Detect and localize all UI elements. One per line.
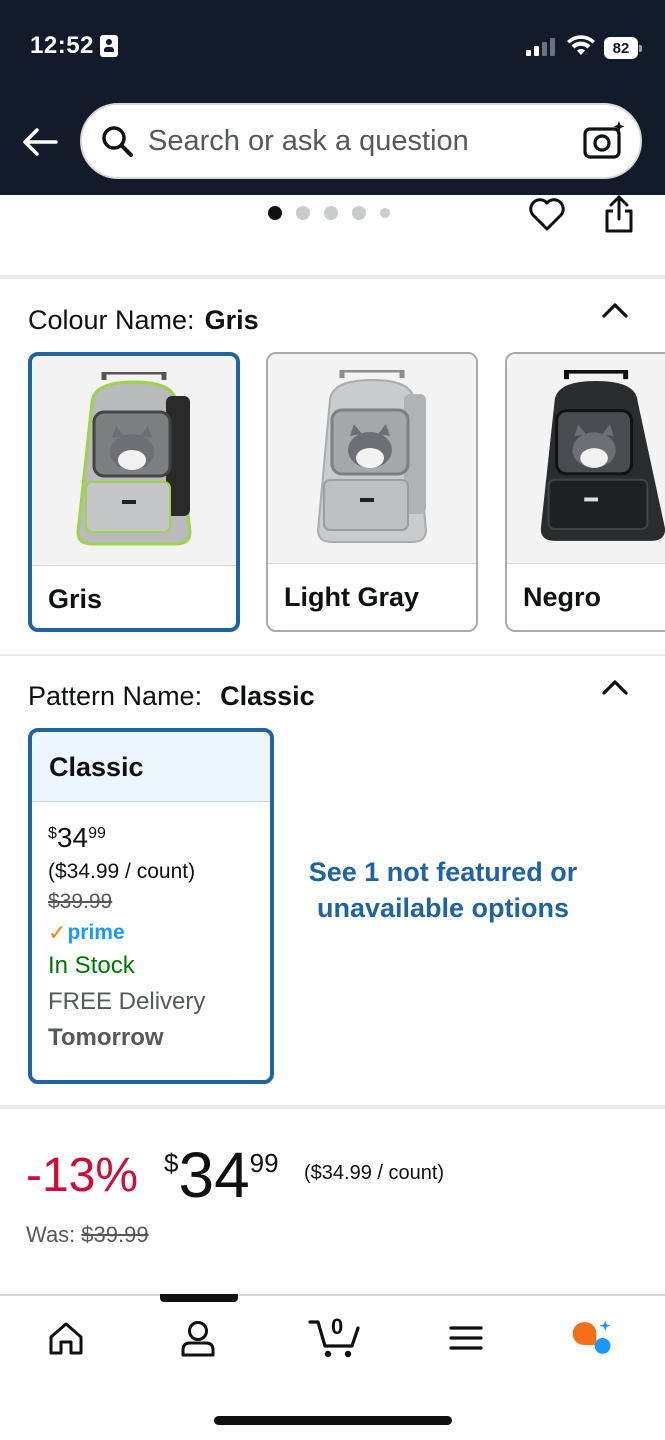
colour-option-negro[interactable]: Negro	[505, 352, 665, 632]
menu-icon	[449, 1326, 483, 1350]
wishlist-button[interactable]	[528, 196, 566, 237]
battery-icon: 82	[604, 37, 642, 59]
carousel-dot	[296, 206, 310, 220]
product-image-gris	[32, 356, 236, 566]
product-image-negro	[507, 354, 665, 564]
contact-card-icon	[99, 35, 118, 57]
current-price: $34 99	[164, 1140, 279, 1210]
was-price: $39.99	[81, 1222, 149, 1247]
discount-percent: -13%	[26, 1149, 139, 1202]
carousel-dot	[352, 206, 366, 220]
time-text: 12:52	[30, 32, 94, 59]
status-time: 12:52	[30, 32, 118, 60]
pattern-price: $34 99	[48, 822, 270, 854]
nav-cart[interactable]: 0	[308, 1314, 364, 1360]
was-price: $39.99	[48, 890, 113, 913]
pattern-option-name: Classic	[32, 732, 270, 802]
colour-option-gris[interactable]: Gris	[28, 352, 240, 632]
pattern-label: Pattern Name:	[28, 681, 203, 711]
nav-rufus[interactable]	[570, 1316, 614, 1360]
delivery-day: Tomorrow	[48, 1024, 164, 1051]
price-symbol: $	[164, 1148, 179, 1178]
price-cents: 99	[88, 825, 106, 842]
section-divider	[0, 275, 665, 279]
prime-label: prime	[67, 921, 125, 944]
home-icon	[49, 1322, 83, 1355]
search-input[interactable]: Search or ask a question	[148, 125, 582, 158]
colour-option-light-gray[interactable]: Light Gray	[266, 352, 478, 632]
camera-icon[interactable]	[582, 119, 626, 163]
colour-label: Colour Name:	[28, 305, 195, 335]
nav-account[interactable]	[176, 1316, 220, 1360]
colour-option-label: Negro	[523, 582, 602, 612]
price-cents: 99	[249, 1148, 279, 1178]
product-image-light-gray	[268, 354, 476, 564]
chevron-up-icon	[602, 303, 628, 318]
rufus-icon	[572, 1320, 611, 1354]
home-indicator	[214, 1416, 452, 1425]
share-button[interactable]	[602, 194, 636, 239]
section-divider	[0, 654, 665, 656]
price-whole: 34	[178, 1139, 250, 1211]
stock-status: In Stock	[48, 952, 135, 979]
unit-price: ($34.99 / count)	[48, 860, 196, 883]
price-whole: 34	[56, 822, 89, 853]
colour-option-label: Light Gray	[284, 582, 420, 612]
colour-option-label: Gris	[48, 584, 103, 614]
cellular-signal-icon	[526, 38, 555, 56]
collapse-colour-button[interactable]	[600, 298, 630, 327]
back-arrow-icon	[23, 128, 58, 156]
account-icon	[181, 1321, 215, 1357]
battery-level: 82	[612, 39, 630, 57]
carousel-dot	[324, 206, 338, 220]
colour-selected-value: Gris	[204, 305, 259, 335]
unit-price: ($34.99 / count)	[304, 1162, 445, 1184]
image-carousel-indicator	[268, 206, 390, 220]
active-tab-indicator	[160, 1294, 238, 1302]
was-label: Was:	[26, 1222, 76, 1247]
was-price-line: Was: $39.99	[26, 1222, 149, 1248]
colour-name-heading: Colour Name: Gris	[28, 305, 259, 336]
chevron-up-icon	[602, 680, 628, 695]
nav-home[interactable]	[44, 1316, 88, 1360]
pattern-name-heading: Pattern Name: Classic	[28, 681, 315, 712]
carousel-dot	[380, 208, 390, 218]
wifi-icon	[566, 34, 596, 63]
pattern-selected-value: Classic	[220, 681, 315, 711]
search-bar[interactable]: Search or ask a question	[80, 103, 642, 179]
collapse-pattern-button[interactable]	[600, 675, 630, 704]
nav-menu[interactable]	[444, 1316, 488, 1360]
section-divider	[0, 1105, 665, 1109]
search-icon	[102, 126, 133, 157]
pattern-option-classic[interactable]: Classic $34 99 ($34.99 / count) $39.99 ✓ p…	[28, 728, 274, 1084]
see-unavailable-options-link[interactable]: See 1 not featured or unavailable option…	[300, 854, 586, 926]
price-symbol: $	[48, 825, 57, 842]
delivery-text: FREE Delivery	[48, 988, 206, 1015]
share-icon	[605, 195, 633, 233]
prime-check-icon: ✓	[48, 920, 67, 945]
carousel-dot-active	[268, 206, 282, 220]
cart-count: 0	[331, 1314, 344, 1339]
heart-icon	[529, 198, 565, 231]
prime-badge: ✓ prime	[48, 920, 270, 946]
back-button[interactable]	[20, 122, 60, 162]
